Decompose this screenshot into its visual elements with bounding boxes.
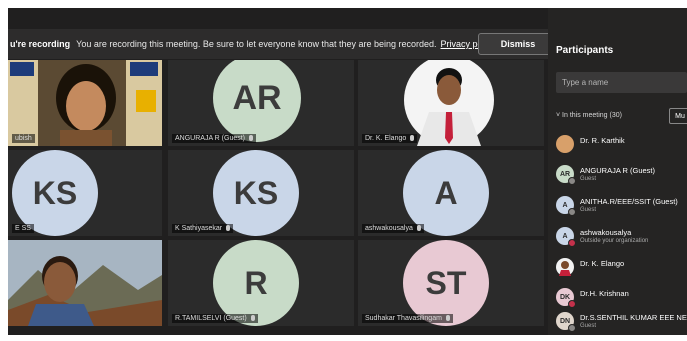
- participant-name: K Sathiyasekar: [172, 224, 234, 233]
- participant-subtitle: Guest: [580, 207, 597, 213]
- mic-icon: [226, 225, 231, 232]
- participant-name: Dr.S.SENTHIL KUMAR EEE NE: [580, 313, 687, 322]
- participant-name: Dr.H. Krishnan: [580, 289, 629, 298]
- video-tile[interactable]: R R.TAMILSELVI (Guest): [168, 240, 354, 326]
- participant-name: E SS: [12, 224, 34, 233]
- participant-row[interactable]: A ANITHA.R/EEE/SSIT (Guest) Guest: [556, 194, 687, 218]
- participant-name: Dr. K. Elango: [580, 259, 625, 268]
- mic-icon: [250, 315, 255, 322]
- mute-all-button[interactable]: Mu: [669, 108, 687, 124]
- video-tile[interactable]: A ashwakousalya: [358, 150, 544, 236]
- participant-row[interactable]: Dr. K. Elango: [556, 256, 687, 280]
- video-tile[interactable]: [8, 240, 162, 326]
- video-tile[interactable]: Dr. K. Elango: [358, 60, 544, 146]
- participant-row[interactable]: DK Dr.H. Krishnan: [556, 286, 687, 310]
- participant-row[interactable]: DN Dr.S.SENTHIL KUMAR EEE NE Guest: [556, 310, 687, 334]
- participant-name: Sudhakar Thavasilingam: [362, 314, 453, 323]
- mic-icon: [416, 225, 421, 232]
- participant-name: ANGURAJA R (Guest): [172, 134, 257, 143]
- participant-subtitle: Outside your organization: [580, 238, 649, 244]
- video-grid: ubish AR ANGURAJA R (Guest) Dr. K. Elang…: [8, 60, 548, 330]
- mic-icon: [445, 315, 450, 322]
- panel-title: Participants: [556, 45, 614, 56]
- participant-row[interactable]: AR ANGURAJA R (Guest) Guest: [556, 163, 687, 187]
- avatar: AR: [213, 60, 301, 142]
- mic-icon: [249, 135, 254, 142]
- mic-icon: [410, 135, 415, 142]
- participant-subtitle: Guest: [580, 323, 597, 329]
- video-tile[interactable]: KS K Sathiyasekar: [168, 150, 354, 236]
- participant-name: ashwakousalya: [580, 228, 632, 237]
- participant-name: ubish: [12, 134, 35, 143]
- participant-search-input[interactable]: Type a name: [556, 72, 687, 93]
- recording-banner: u're recording You are recording this me…: [8, 29, 558, 59]
- avatar: [556, 135, 574, 153]
- participant-video: [8, 240, 162, 326]
- video-tile[interactable]: ST Sudhakar Thavasilingam: [358, 240, 544, 326]
- participant-row[interactable]: A ashwakousalya Outside your organizatio…: [556, 225, 687, 249]
- presence-status-icon: [568, 239, 576, 247]
- participant-name: ANGURAJA R (Guest): [580, 166, 656, 175]
- presence-status-icon: [568, 324, 576, 332]
- video-tile[interactable]: AR ANGURAJA R (Guest): [168, 60, 354, 146]
- recording-message: You are recording this meeting. Be sure …: [76, 39, 437, 49]
- avatar: [556, 258, 574, 276]
- participant-row[interactable]: Dr. R. Karthik: [556, 133, 687, 157]
- participant-name: Dr. R. Karthik: [580, 136, 625, 145]
- presence-status-icon: [568, 208, 576, 216]
- recording-title: u're recording: [10, 39, 71, 49]
- in-meeting-label: In this meeting (30): [562, 112, 622, 119]
- participant-name: ANITHA.R/EEE/SSIT (Guest): [580, 197, 678, 206]
- participant-name: R.TAMILSELVI (Guest): [172, 314, 258, 323]
- video-tile[interactable]: KS E SS: [8, 150, 162, 236]
- participant-subtitle: Guest: [580, 176, 597, 182]
- dismiss-button[interactable]: Dismiss: [478, 33, 558, 55]
- presence-status-icon: [568, 177, 576, 185]
- participant-name: ashwakousalya: [362, 224, 424, 233]
- participant-strip: [8, 330, 548, 335]
- participants-panel: Participants Type a name ˅ In this meeti…: [548, 8, 687, 335]
- presence-status-icon: [568, 300, 576, 308]
- teams-meeting-window: u're recording You are recording this me…: [8, 8, 687, 335]
- in-meeting-section[interactable]: ˅ In this meeting (30): [556, 112, 622, 119]
- video-tile[interactable]: ubish: [8, 60, 162, 146]
- participant-name: Dr. K. Elango: [362, 134, 418, 143]
